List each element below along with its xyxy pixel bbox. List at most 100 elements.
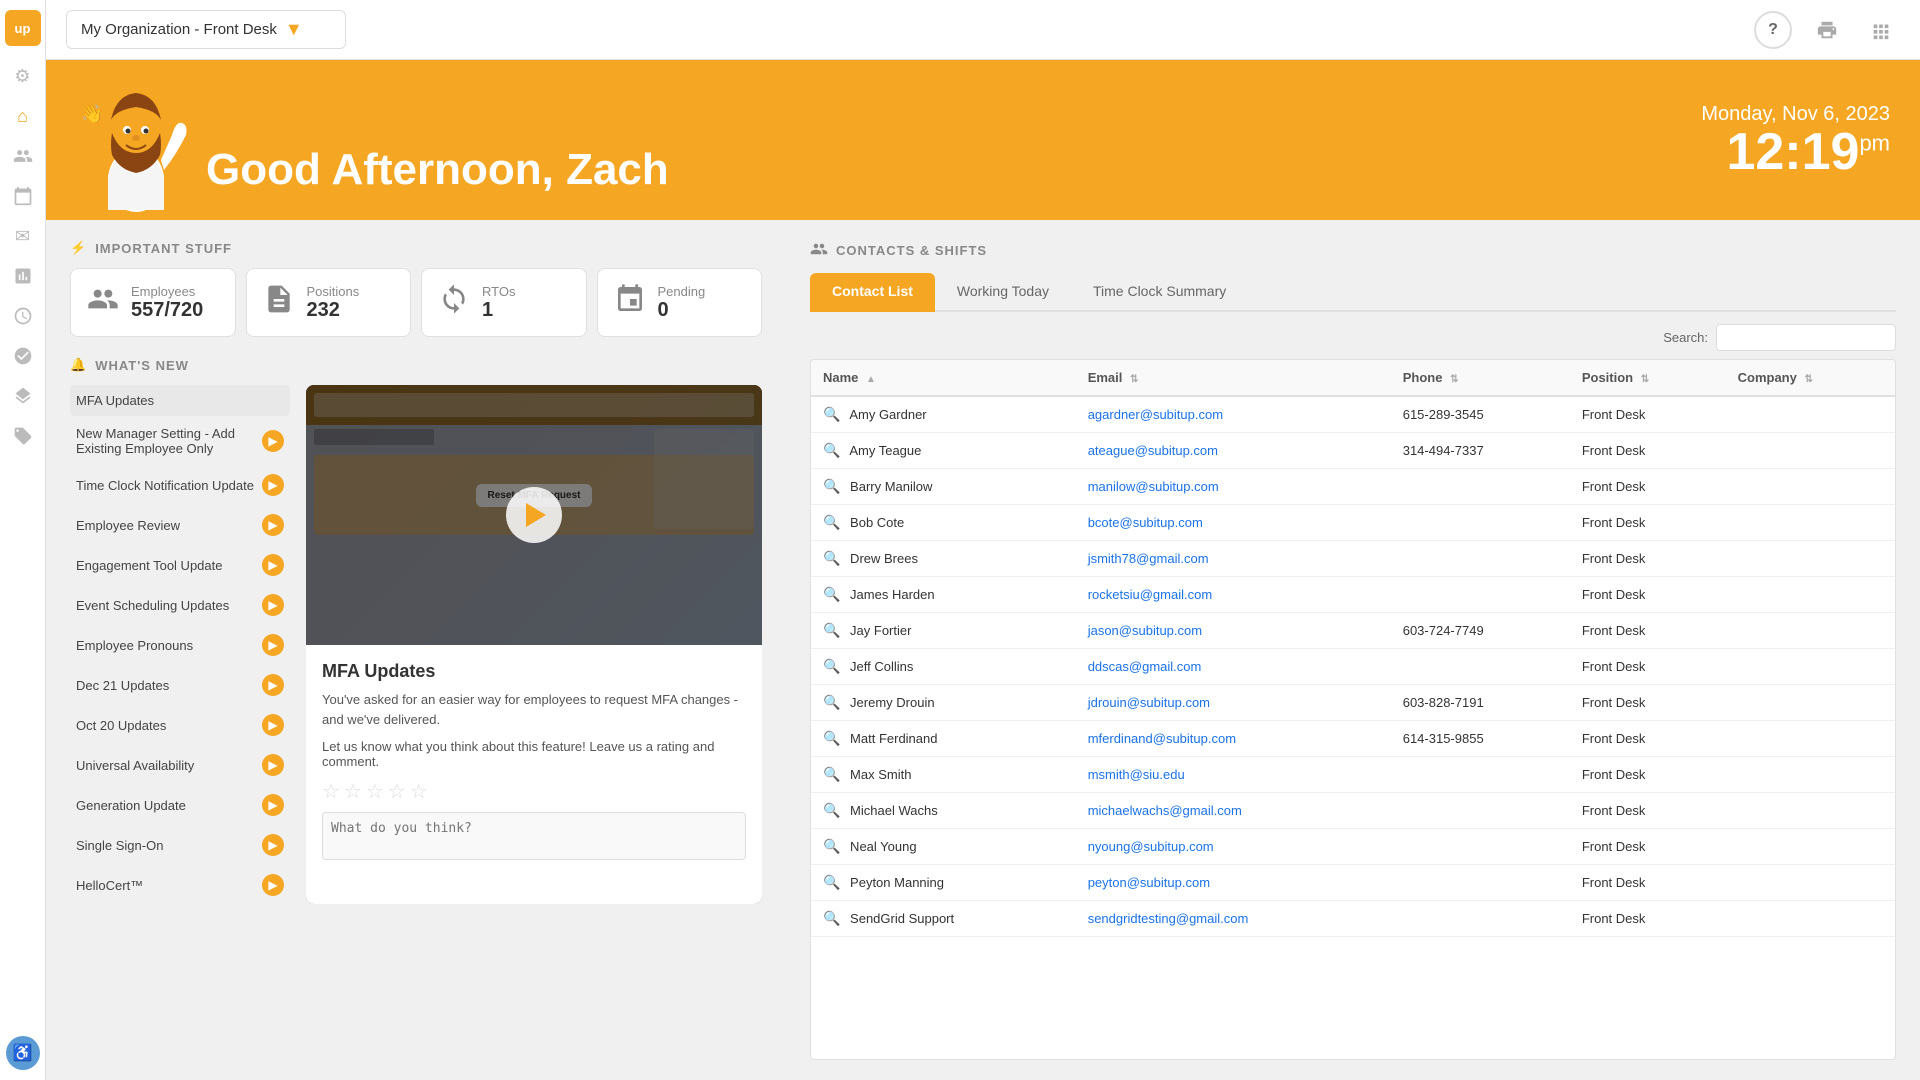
email-link[interactable]: agardner@subitup.com (1088, 407, 1223, 422)
table-row[interactable]: 🔍 Amy Teague ateague@subitup.com 314-494… (811, 433, 1895, 469)
news-item-event-scheduling[interactable]: Event Scheduling Updates ▶ (70, 586, 290, 624)
cell-company (1726, 757, 1895, 793)
cell-email: sendgridtesting@gmail.com (1076, 901, 1391, 937)
table-row[interactable]: 🔍 James Harden rocketsiu@gmail.com Front… (811, 577, 1895, 613)
news-item-pronouns[interactable]: Employee Pronouns ▶ (70, 626, 290, 664)
clock-icon[interactable] (5, 298, 41, 334)
star-rating[interactable]: ☆ ☆ ☆ ☆ ☆ (322, 779, 746, 804)
star-4[interactable]: ☆ (388, 779, 406, 804)
contact-search-icon: 🔍 (823, 550, 840, 566)
email-link[interactable]: jason@subitup.com (1088, 623, 1202, 638)
cell-position: Front Desk (1570, 685, 1726, 721)
news-comment-input[interactable] (322, 812, 746, 860)
cell-company (1726, 396, 1895, 433)
accessibility-icon[interactable]: ♿ (6, 1036, 40, 1070)
news-item-universal-availability[interactable]: Universal Availability ▶ (70, 746, 290, 784)
tab-contact-list[interactable]: Contact List (810, 273, 935, 312)
email-link[interactable]: michaelwachs@gmail.com (1088, 803, 1242, 818)
email-link[interactable]: sendgridtesting@gmail.com (1088, 911, 1249, 926)
print-icon[interactable] (1808, 11, 1846, 49)
email-link[interactable]: bcote@subitup.com (1088, 515, 1203, 530)
email-link[interactable]: msmith@siu.edu (1088, 767, 1185, 782)
col-header-phone[interactable]: Phone ⇅ (1391, 360, 1570, 396)
app-logo[interactable]: up (5, 10, 41, 46)
email-link[interactable]: manilow@subitup.com (1088, 479, 1219, 494)
table-row[interactable]: 🔍 Jeff Collins ddscas@gmail.com Front De… (811, 649, 1895, 685)
table-row[interactable]: 🔍 Michael Wachs michaelwachs@gmail.com F… (811, 793, 1895, 829)
contact-search-icon: 🔍 (823, 622, 840, 638)
cell-company (1726, 865, 1895, 901)
news-item-manager-setting[interactable]: New Manager Setting - Add Existing Emplo… (70, 418, 290, 464)
mail-icon[interactable]: ✉ (5, 218, 41, 254)
email-link[interactable]: peyton@subitup.com (1088, 875, 1210, 890)
positions-icon (263, 283, 295, 322)
email-link[interactable]: ddscas@gmail.com (1088, 659, 1202, 674)
news-item-mfa[interactable]: MFA Updates (70, 385, 290, 416)
table-row[interactable]: 🔍 Amy Gardner agardner@subitup.com 615-2… (811, 396, 1895, 433)
settings-icon[interactable]: ⚙ (5, 58, 41, 94)
org-name: My Organization - Front Desk (81, 21, 277, 38)
table-row[interactable]: 🔍 SendGrid Support sendgridtesting@gmail… (811, 901, 1895, 937)
news-item-generation[interactable]: Generation Update ▶ (70, 786, 290, 824)
table-row[interactable]: 🔍 Max Smith msmith@siu.edu Front Desk (811, 757, 1895, 793)
col-header-email[interactable]: Email ⇅ (1076, 360, 1391, 396)
tag-icon[interactable] (5, 418, 41, 454)
col-header-name[interactable]: Name ▲ (811, 360, 1076, 396)
table-row[interactable]: 🔍 Drew Brees jsmith78@gmail.com Front De… (811, 541, 1895, 577)
star-2[interactable]: ☆ (344, 779, 362, 804)
star-5[interactable]: ☆ (410, 779, 428, 804)
cell-phone (1391, 901, 1570, 937)
email-link[interactable]: mferdinand@subitup.com (1088, 731, 1236, 746)
news-item-hellocert[interactable]: HelloCert™ ▶ (70, 866, 290, 904)
chart-icon[interactable] (5, 258, 41, 294)
table-row[interactable]: 🔍 Bob Cote bcote@subitup.com Front Desk (811, 505, 1895, 541)
employees-label: Employees (131, 284, 203, 299)
rtos-label: RTOs (482, 284, 515, 299)
hero-greeting: Good Afternoon, Zach (196, 145, 669, 215)
table-row[interactable]: 🔍 Neal Young nyoung@subitup.com Front De… (811, 829, 1895, 865)
table-row[interactable]: 🔍 Jeremy Drouin jdrouin@subitup.com 603-… (811, 685, 1895, 721)
rtos-stat[interactable]: RTOs 1 (421, 268, 587, 337)
col-header-position[interactable]: Position ⇅ (1570, 360, 1726, 396)
email-link[interactable]: rocketsiu@gmail.com (1088, 587, 1212, 602)
cell-email: rocketsiu@gmail.com (1076, 577, 1391, 613)
table-row[interactable]: 🔍 Matt Ferdinand mferdinand@subitup.com … (811, 721, 1895, 757)
positions-stat[interactable]: Positions 232 (246, 268, 412, 337)
org-selector[interactable]: My Organization - Front Desk ▼ (66, 10, 346, 49)
whats-new-layout: MFA Updates New Manager Setting - Add Ex… (70, 385, 762, 904)
play-button[interactable] (506, 487, 562, 543)
news-item-sso[interactable]: Single Sign-On ▶ (70, 826, 290, 864)
news-item-label: Employee Review (76, 518, 180, 533)
col-header-company[interactable]: Company ⇅ (1726, 360, 1895, 396)
news-item-oct20[interactable]: Oct 20 Updates ▶ (70, 706, 290, 744)
help-icon[interactable]: ? (1754, 11, 1792, 49)
email-link[interactable]: jdrouin@subitup.com (1088, 695, 1210, 710)
star-1[interactable]: ☆ (322, 779, 340, 804)
news-item-employee-review[interactable]: Employee Review ▶ (70, 506, 290, 544)
news-item-timeclock[interactable]: Time Clock Notification Update ▶ (70, 466, 290, 504)
user-settings-icon[interactable] (5, 338, 41, 374)
news-item-dec21[interactable]: Dec 21 Updates ▶ (70, 666, 290, 704)
email-link[interactable]: jsmith78@gmail.com (1088, 551, 1209, 566)
email-link[interactable]: ateague@subitup.com (1088, 443, 1218, 458)
table-row[interactable]: 🔍 Peyton Manning peyton@subitup.com Fron… (811, 865, 1895, 901)
news-item-engagement[interactable]: Engagement Tool Update ▶ (70, 546, 290, 584)
layers-icon[interactable] (5, 378, 41, 414)
email-link[interactable]: nyoung@subitup.com (1088, 839, 1214, 854)
employees-stat[interactable]: Employees 557/720 (70, 268, 236, 337)
stats-row: Employees 557/720 Positions 232 (70, 268, 762, 337)
cell-phone (1391, 865, 1570, 901)
people-icon[interactable] (5, 138, 41, 174)
search-input[interactable] (1716, 324, 1896, 351)
grid-icon[interactable] (1862, 11, 1900, 49)
table-row[interactable]: 🔍 Barry Manilow manilow@subitup.com Fron… (811, 469, 1895, 505)
table-row[interactable]: 🔍 Jay Fortier jason@subitup.com 603-724-… (811, 613, 1895, 649)
tab-time-clock-summary[interactable]: Time Clock Summary (1071, 273, 1248, 312)
pending-stat[interactable]: Pending 0 (597, 268, 763, 337)
calendar-icon[interactable] (5, 178, 41, 214)
cell-name: 🔍 Bob Cote (811, 505, 1076, 541)
star-3[interactable]: ☆ (366, 779, 384, 804)
home-icon[interactable]: ⌂ (5, 98, 41, 134)
tab-working-today[interactable]: Working Today (935, 273, 1071, 312)
sort-phone-icon: ⇅ (1450, 374, 1458, 385)
